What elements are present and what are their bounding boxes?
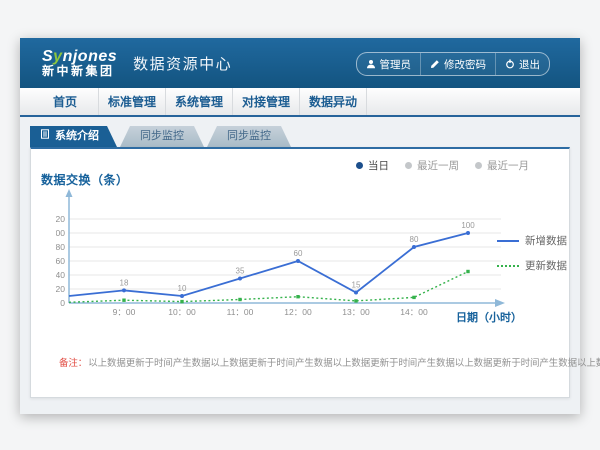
footnote-text: 以上数据更新于时间产生数据以上数据更新于时间产生数据以上数据更新于时间产生数据以… (88, 358, 600, 369)
filter-last-month[interactable]: 最近一月 (475, 158, 529, 173)
nav-item-data-change[interactable]: 数据异动 (300, 88, 367, 115)
svg-text:10：00: 10：00 (168, 307, 196, 317)
dotted-line-icon (497, 265, 519, 267)
edit-icon (430, 59, 440, 69)
footnote-prefix: 备注： (59, 358, 87, 369)
svg-text:15: 15 (352, 281, 361, 290)
svg-text:60: 60 (294, 249, 303, 258)
x-axis-title: 日期（小时） (456, 309, 522, 325)
svg-text:100: 100 (461, 221, 475, 230)
document-icon (40, 126, 50, 147)
legend-item-new-data[interactable]: 新增数据 (497, 233, 567, 248)
tab-label: 系统介绍 (55, 126, 99, 147)
brand-name: Synjones (42, 48, 117, 66)
tab-system-intro[interactable]: 系统介绍 (30, 126, 117, 147)
svg-text:20: 20 (56, 284, 65, 294)
desktop-background: Synjones 新中新集团 数据资源中心 管理员 修改密码 退出 (0, 0, 600, 450)
svg-text:80: 80 (56, 242, 65, 252)
filter-last-month-label: 最近一月 (487, 158, 529, 173)
svg-text:60: 60 (56, 256, 65, 266)
chart-legend: 新增数据 更新数据 (497, 233, 567, 273)
logout-label: 退出 (519, 57, 540, 72)
svg-text:18: 18 (120, 278, 129, 287)
svg-text:80: 80 (410, 235, 419, 244)
y-axis-title: 数据交换（条） (41, 171, 129, 188)
main-nav: 首页 标准管理 系统管理 对接管理 数据异动 (20, 88, 580, 117)
brand-logo[interactable]: Synjones 新中新集团 (42, 48, 117, 79)
tab-sync-monitor-1[interactable]: 同步监控 (120, 126, 204, 147)
power-icon (505, 59, 515, 69)
change-password-button[interactable]: 修改密码 (420, 53, 495, 75)
filter-last-week-label: 最近一周 (417, 158, 459, 173)
svg-text:10: 10 (178, 284, 187, 293)
footnote: 备注：以上数据更新于时间产生数据以上数据更新于时间产生数据以上数据更新于时间产生… (59, 355, 600, 369)
brand-company: 新中新集团 (42, 65, 117, 78)
legend-label: 新增数据 (525, 233, 567, 248)
svg-text:14：00: 14：00 (400, 307, 428, 317)
legend-label: 更新数据 (525, 258, 567, 273)
nav-item-system-mgmt[interactable]: 系统管理 (166, 88, 233, 115)
svg-text:11：00: 11：00 (227, 307, 254, 317)
radio-dot-icon (356, 162, 363, 169)
filter-last-week[interactable]: 最近一周 (405, 158, 459, 173)
tab-sync-monitor-2[interactable]: 同步监控 (207, 126, 291, 147)
legend-item-updated-data[interactable]: 更新数据 (497, 258, 567, 273)
filter-today[interactable]: 当日 (356, 158, 389, 173)
solid-line-icon (497, 240, 519, 242)
radio-dot-icon (475, 162, 482, 169)
logout-button[interactable]: 退出 (495, 53, 549, 75)
app-header: Synjones 新中新集团 数据资源中心 管理员 修改密码 退出 (20, 38, 580, 88)
svg-text:0: 0 (60, 298, 65, 308)
change-password-label: 修改密码 (444, 57, 486, 72)
radio-dot-icon (405, 162, 412, 169)
line-chart: 0 20 40 60 80 100 120 9：00 10：00 11：00 12：00 13：00 1… (56, 187, 516, 321)
app-window: Synjones 新中新集团 数据资源中心 管理员 修改密码 退出 (20, 38, 580, 414)
filter-today-label: 当日 (368, 158, 389, 173)
user-icon (366, 59, 376, 69)
user-menu-admin[interactable]: 管理员 (357, 53, 421, 75)
brand-accent-letter: y (53, 48, 62, 65)
user-menu-admin-label: 管理员 (380, 57, 412, 72)
nav-item-standard-mgmt[interactable]: 标准管理 (99, 88, 166, 115)
svg-text:13：00: 13：00 (342, 307, 370, 317)
chart-panel: 当日 最近一周 最近一月 数据交换（条） 0 20 40 60 80 100 120 9：00… (30, 147, 570, 398)
tab-bar: 系统介绍 同步监控 同步监控 (20, 117, 580, 147)
range-filters: 当日 最近一周 最近一月 (356, 158, 529, 173)
nav-item-interface-mgmt[interactable]: 对接管理 (233, 88, 300, 115)
svg-text:120: 120 (56, 214, 65, 224)
svg-text:12：00: 12：00 (284, 307, 312, 317)
nav-item-home[interactable]: 首页 (32, 88, 99, 115)
page-title: 数据资源中心 (133, 53, 232, 74)
svg-text:40: 40 (56, 270, 65, 280)
svg-text:35: 35 (236, 267, 245, 276)
user-menu: 管理员 修改密码 退出 (356, 52, 551, 76)
svg-text:9：00: 9：00 (113, 307, 136, 317)
svg-text:100: 100 (56, 228, 65, 238)
content-area: 系统介绍 同步监控 同步监控 当日 最近一周 最近一月 数据交换（条） 0 20 4… (20, 117, 580, 398)
